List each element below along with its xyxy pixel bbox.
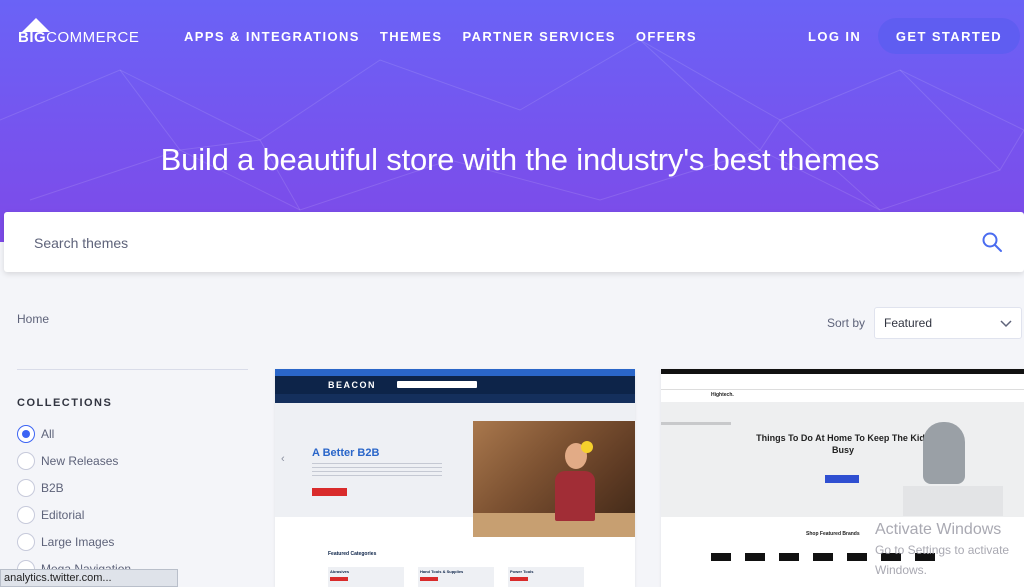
watermark-line2: Go to Settings to activate Windows. xyxy=(875,543,1010,577)
hero-table xyxy=(903,486,1003,516)
hero-banner: BIG COMMERCE APPS & INTEGRATIONS THEMES … xyxy=(0,0,1024,242)
sort-label: Sort by xyxy=(827,316,866,330)
toy-dinosaur-image xyxy=(923,422,965,484)
collection-label: Editorial xyxy=(41,507,85,522)
theme-preview-cta xyxy=(312,488,347,496)
nav-offers[interactable]: OFFERS xyxy=(636,29,697,44)
theme-preview-hero: Things To Do At Home To Keep The Kids Bu… xyxy=(661,402,1024,517)
collection-new-releases[interactable]: New Releases xyxy=(17,447,131,474)
main-nav: APPS & INTEGRATIONS THEMES PARTNER SERVI… xyxy=(184,29,697,44)
brand-logo xyxy=(711,553,731,561)
brand-logo xyxy=(813,553,833,561)
nav-apps-integrations[interactable]: APPS & INTEGRATIONS xyxy=(184,29,360,44)
breadcrumb[interactable]: Home xyxy=(17,312,49,326)
browser-status-bar: analytics.twitter.com... xyxy=(0,569,178,587)
logo-big-text: BIG xyxy=(18,29,47,46)
photo-bench xyxy=(473,513,635,537)
radio-icon[interactable] xyxy=(17,505,35,524)
theme-preview-paragraph xyxy=(312,463,442,477)
search-icon[interactable] xyxy=(981,231,1003,253)
hero-title: Build a beautiful store with the industr… xyxy=(160,142,880,177)
collection-label: All xyxy=(41,426,55,441)
radio-icon[interactable] xyxy=(17,478,35,497)
sort-select[interactable]: Featured xyxy=(874,307,1022,339)
theme-preview-photo xyxy=(473,421,635,537)
collection-b2b[interactable]: B2B xyxy=(17,474,131,501)
collection-large-images[interactable]: Large Images xyxy=(17,528,131,555)
search-bar xyxy=(4,212,1024,272)
login-link[interactable]: LOG IN xyxy=(808,29,861,44)
theme-card-beacon[interactable]: BEACON ‹ A Better B2B Featured Categorie… xyxy=(275,369,635,587)
theme-preview-header xyxy=(661,374,1024,390)
collections-heading: COLLECTIONS xyxy=(17,397,113,409)
photo-ear-protection xyxy=(581,441,593,453)
chevron-down-icon xyxy=(1000,320,1012,328)
hero-shelf xyxy=(661,422,731,425)
theme-preview-nav xyxy=(275,394,635,403)
theme-preview-category: Power Tools xyxy=(508,567,584,587)
brand-logo xyxy=(779,553,799,561)
collections-list: All New Releases B2B Editorial Large Ima… xyxy=(17,420,131,582)
theme-preview-section-title: Featured Categories xyxy=(328,551,377,557)
collection-label: B2B xyxy=(41,480,64,495)
theme-preview-brand: BEACON xyxy=(328,380,377,390)
radio-icon[interactable] xyxy=(17,451,35,470)
collection-editorial[interactable]: Editorial xyxy=(17,501,131,528)
theme-preview-subheader: Hightech. xyxy=(661,390,1024,402)
get-started-button[interactable]: GET STARTED xyxy=(878,18,1020,54)
nav-partner-services[interactable]: PARTNER SERVICES xyxy=(462,29,615,44)
theme-preview-headline: A Better B2B xyxy=(312,447,380,459)
collection-label: New Releases xyxy=(41,453,119,468)
collection-label: Large Images xyxy=(41,534,115,549)
radio-icon[interactable] xyxy=(17,532,35,551)
theme-preview-section-title: Shop Featured Brands xyxy=(806,531,860,537)
theme-preview-brand: Hightech. xyxy=(711,392,734,398)
theme-preview-category: Abrasives xyxy=(328,567,404,587)
sort-selected-value: Featured xyxy=(884,316,933,330)
theme-preview-cta xyxy=(825,475,859,483)
watermark-line1: Activate Windows xyxy=(875,521,1002,538)
theme-preview-headline: Things To Do At Home To Keep The Kids Bu… xyxy=(756,433,930,455)
windows-activation-watermark: Activate Windows Go to Settings to activ… xyxy=(875,520,1024,580)
logo-commerce-text: COMMERCE xyxy=(46,29,140,46)
collection-all[interactable]: All xyxy=(17,420,131,447)
bigcommerce-logo[interactable]: BIG COMMERCE xyxy=(18,18,140,46)
theme-preview-topbar xyxy=(275,369,635,376)
theme-preview-category: Hand Tools & Supplies xyxy=(418,567,494,587)
sidebar-divider xyxy=(17,369,248,370)
theme-preview-searchbar xyxy=(397,381,477,388)
nav-themes[interactable]: THEMES xyxy=(380,29,443,44)
theme-preview-header: BEACON xyxy=(275,376,635,394)
brand-logo xyxy=(847,553,867,561)
radio-selected-icon[interactable] xyxy=(17,424,35,443)
search-input[interactable] xyxy=(34,232,934,254)
theme-preview-categories: Abrasives Hand Tools & Supplies Power To… xyxy=(328,567,584,587)
brand-logo xyxy=(745,553,765,561)
photo-worker xyxy=(555,471,595,521)
carousel-prev-icon: ‹ xyxy=(281,453,285,465)
